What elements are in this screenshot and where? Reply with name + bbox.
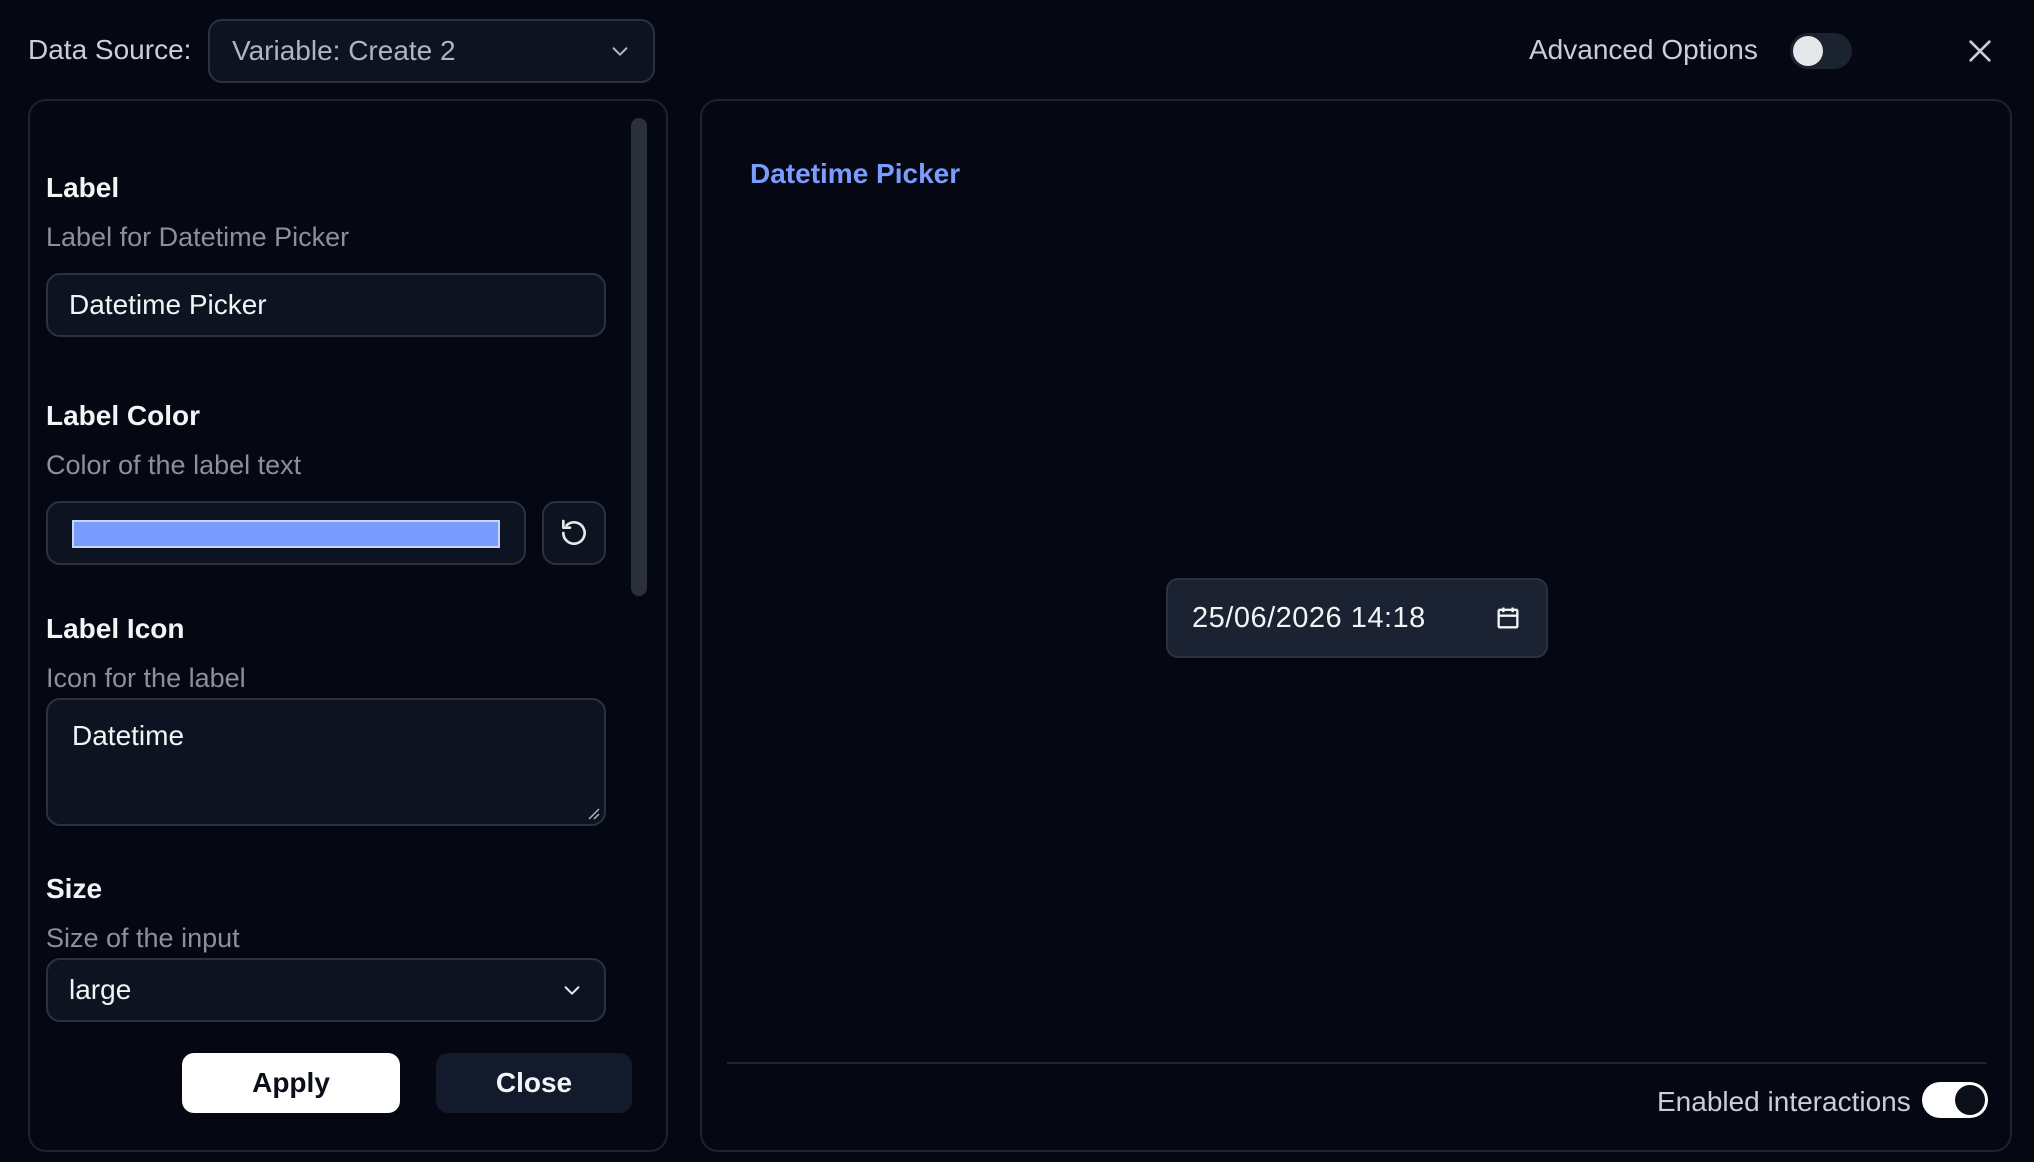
enabled-interactions-toggle[interactable] xyxy=(1922,1082,1988,1118)
chevron-down-icon xyxy=(612,47,628,56)
preview-divider xyxy=(727,1062,1987,1064)
advanced-options-label: Advanced Options xyxy=(1529,34,1758,65)
size-description: Size of the input xyxy=(46,923,240,953)
reset-icon xyxy=(562,519,586,545)
label-icon-description: Icon for the label xyxy=(46,663,246,693)
toggle-knob xyxy=(1793,36,1823,66)
chevron-down-icon xyxy=(564,986,580,995)
label-field-description: Label for Datetime Picker xyxy=(46,222,350,252)
label-color-field[interactable] xyxy=(46,501,526,565)
size-title: Size xyxy=(46,873,103,904)
label-icon-title: Label Icon xyxy=(46,613,185,644)
data-source-value: Variable: Create 2 xyxy=(232,35,456,66)
enabled-interactions-label: Enabled interactions xyxy=(1657,1086,1911,1117)
label-color-title: Label Color xyxy=(46,400,201,431)
component-editor-dialog: Data Source: Variable: Create 2 Advanced… xyxy=(0,0,2034,1162)
settings-scrollbar[interactable] xyxy=(631,118,647,596)
calendar-icon[interactable] xyxy=(1494,604,1522,632)
label-field-title: Label xyxy=(46,172,120,203)
size-value: large xyxy=(69,974,132,1005)
size-select[interactable]: large xyxy=(46,958,606,1022)
preview-datetime-label: Datetime Picker xyxy=(750,158,961,189)
label-icon-textarea[interactable]: Datetime xyxy=(46,698,606,826)
label-input[interactable]: Datetime Picker xyxy=(46,273,606,337)
apply-button[interactable]: Apply xyxy=(182,1053,400,1113)
label-icon-value: Datetime xyxy=(72,720,185,751)
label-color-swatch[interactable] xyxy=(72,520,500,548)
reset-color-button[interactable] xyxy=(542,501,606,565)
resize-grip-icon[interactable] xyxy=(586,806,600,820)
toggle-knob xyxy=(1955,1085,1985,1115)
close-icon[interactable] xyxy=(1964,35,1996,67)
datetime-picker-input[interactable]: 25/06/2026 14:18 xyxy=(1166,578,1548,658)
data-source-label: Data Source: xyxy=(28,34,192,65)
datetime-value: 25/06/2026 14:18 xyxy=(1192,601,1426,634)
close-button[interactable]: Close xyxy=(436,1053,632,1113)
advanced-options-toggle[interactable] xyxy=(1790,33,1852,69)
data-source-select[interactable]: Variable: Create 2 xyxy=(208,19,655,83)
label-color-description: Color of the label text xyxy=(46,450,302,480)
